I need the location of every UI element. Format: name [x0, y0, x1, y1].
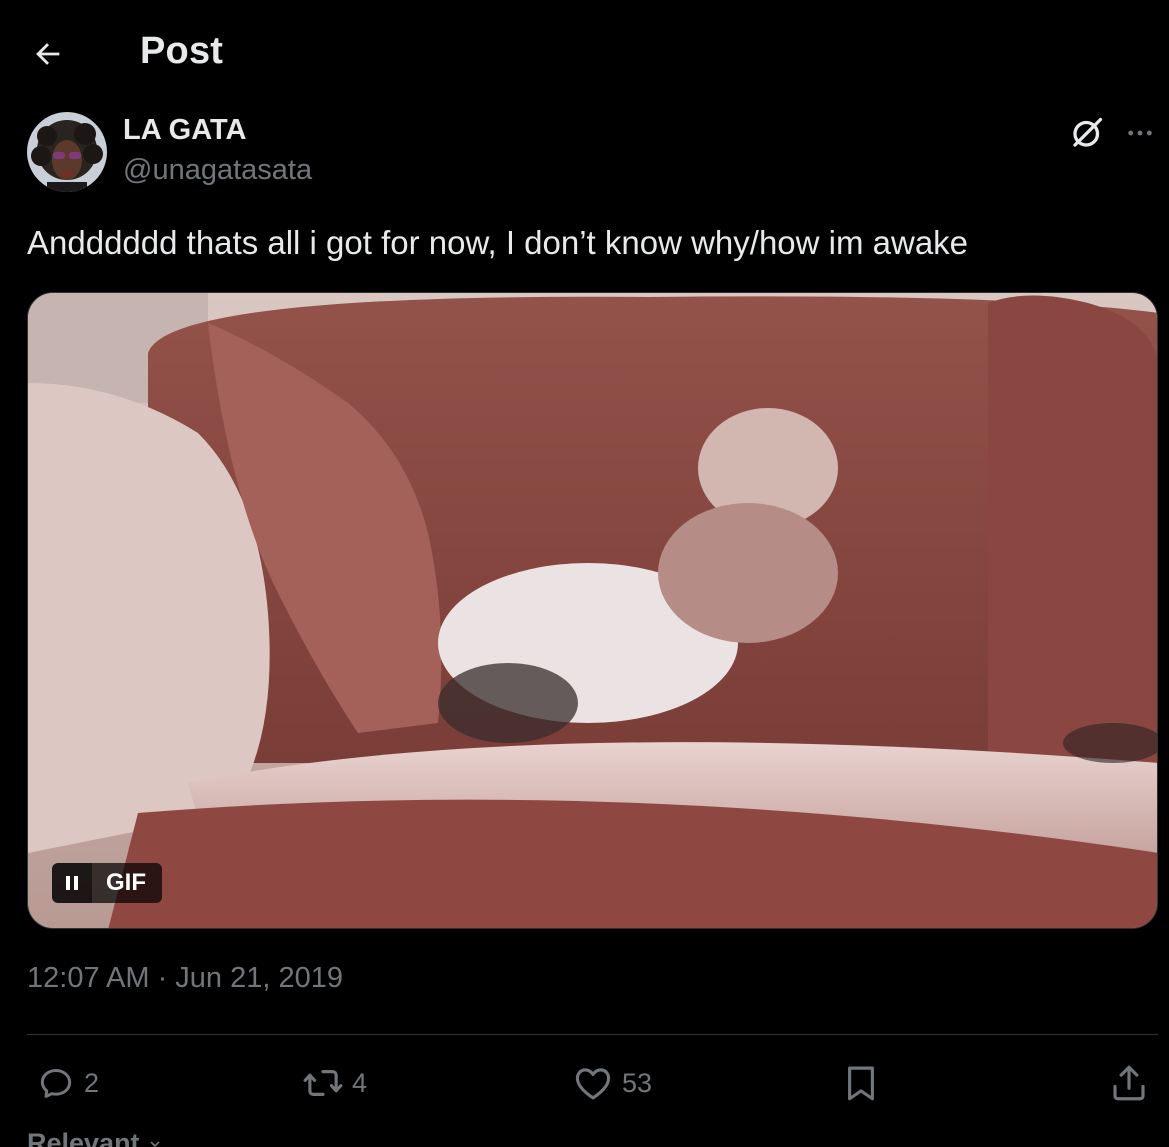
arrow-left-icon — [36, 43, 60, 65]
more-options-button[interactable] — [1120, 112, 1160, 154]
share-icon — [1113, 1065, 1145, 1101]
pause-icon — [66, 876, 78, 890]
gif-badge: GIF — [52, 863, 162, 903]
header: Post — [0, 0, 1169, 110]
divider — [27, 1034, 1158, 1035]
tweet-media-gif[interactable]: GIF — [27, 292, 1158, 929]
bookmark-button[interactable] — [840, 1060, 882, 1106]
post-page: Post LA GATA @unagatasata Andddddd thats… — [0, 0, 1169, 1147]
replies-sort-dropdown[interactable]: Relevant — [27, 1128, 163, 1147]
grok-icon — [1073, 117, 1103, 147]
grok-button[interactable] — [1066, 112, 1108, 154]
reply-count: 2 — [84, 1067, 100, 1098]
avatar[interactable] — [27, 112, 107, 192]
repost-button[interactable]: 4 — [302, 1060, 367, 1106]
page-title: Post — [140, 30, 224, 72]
back-button[interactable] — [28, 34, 68, 74]
chevron-down-icon — [150, 1141, 160, 1147]
author-display-name[interactable]: LA GATA — [123, 114, 247, 147]
author-handle[interactable]: @unagatasata — [123, 154, 312, 187]
like-count: 53 — [622, 1067, 653, 1098]
repost-icon — [303, 1070, 343, 1096]
more-horizontal-icon — [1128, 130, 1152, 136]
gif-label: GIF — [92, 863, 162, 903]
heart-icon — [575, 1068, 611, 1100]
gif-pause-button[interactable] — [52, 863, 92, 903]
gif-frame — [28, 293, 1157, 928]
reply-button[interactable]: 2 — [36, 1060, 99, 1106]
reply-icon — [40, 1069, 72, 1098]
bookmark-icon — [848, 1066, 874, 1101]
tweet-text: Andddddd thats all i got for now, I don’… — [27, 224, 969, 261]
avatar-image — [27, 112, 107, 192]
like-button[interactable]: 53 — [572, 1060, 652, 1106]
replies-sort-label: Relevant — [27, 1128, 140, 1147]
tweet-timestamp[interactable]: 12:07 AM · Jun 21, 2019 — [27, 962, 343, 995]
share-button[interactable] — [1108, 1060, 1150, 1106]
repost-count: 4 — [352, 1067, 368, 1098]
